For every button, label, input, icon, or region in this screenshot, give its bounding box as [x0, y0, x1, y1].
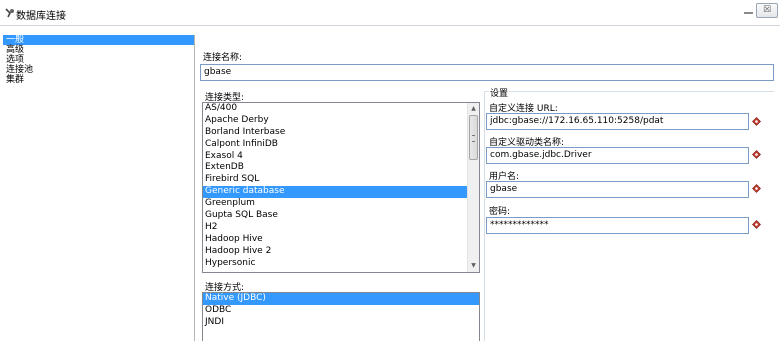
access-method-list[interactable]: Native (JDBC) ODBC JNDI: [202, 292, 480, 341]
nav-item-clustering[interactable]: 集群: [3, 75, 194, 85]
list-item-selected[interactable]: Generic database: [203, 186, 467, 199]
window-title: 数据库连接: [16, 11, 66, 22]
nav-item-pooling[interactable]: 连接池: [3, 65, 194, 75]
list-item[interactable]: Borland Interbase: [203, 127, 479, 139]
required-field-icon: [752, 220, 761, 229]
password-input[interactable]: *************: [486, 217, 749, 234]
list-item[interactable]: Hadoop Hive: [203, 234, 479, 246]
titlebar-divider: [0, 25, 780, 26]
list-item[interactable]: ODBC: [203, 305, 479, 317]
nav-item-options[interactable]: 选项: [3, 55, 194, 65]
list-item[interactable]: Firebird SQL: [203, 174, 479, 186]
connection-name-label: 连接名称:: [203, 53, 243, 63]
connection-type-list[interactable]: AS/400 Apache Derby Borland Interbase Ca…: [202, 102, 480, 273]
password-label: 密码:: [489, 207, 511, 217]
database-connection-icon: [5, 8, 14, 18]
close-button[interactable]: ☒: [756, 3, 778, 18]
list-item[interactable]: H2: [203, 222, 479, 234]
custom-url-input[interactable]: jdbc:gbase://172.16.65.110:5258/pdat: [486, 113, 749, 130]
connection-type-scrollbar[interactable]: ▲ ▼: [467, 103, 479, 272]
required-field-icon: [752, 150, 761, 159]
custom-driver-input[interactable]: com.gbase.jdbc.Driver: [486, 147, 749, 164]
nav-item-advanced[interactable]: 高级: [3, 45, 194, 55]
list-item[interactable]: Exasol 4: [203, 151, 479, 163]
list-item[interactable]: Hypersonic: [203, 258, 479, 270]
scroll-down-icon[interactable]: ▼: [468, 260, 479, 272]
list-item[interactable]: Calpont InfiniDB: [203, 139, 479, 151]
minimize-button[interactable]: [744, 12, 753, 14]
list-item[interactable]: JNDI: [203, 317, 479, 329]
required-field-icon: [752, 117, 761, 126]
list-item[interactable]: Greenplum: [203, 198, 479, 210]
list-item[interactable]: AS/400: [203, 103, 479, 115]
settings-title: 设置: [489, 86, 510, 99]
scroll-up-icon[interactable]: ▲: [468, 103, 479, 115]
window-titlebar: 数据库连接 ☒: [0, 0, 780, 26]
list-item-selected[interactable]: Native (JDBC): [203, 293, 479, 305]
list-item[interactable]: Gupta SQL Base: [203, 210, 479, 222]
list-item[interactable]: Hadoop Hive 2: [203, 246, 479, 258]
nav-item-general[interactable]: 一般: [3, 35, 194, 45]
connection-name-input[interactable]: gbase: [200, 64, 774, 81]
required-field-icon: [752, 184, 761, 193]
list-item[interactable]: Apache Derby: [203, 115, 479, 127]
scroll-thumb[interactable]: [469, 115, 478, 160]
category-nav: 一般 高级 选项 连接池 集群: [3, 35, 195, 341]
username-input[interactable]: gbase: [486, 181, 749, 198]
list-item[interactable]: ExtenDB: [203, 162, 479, 174]
